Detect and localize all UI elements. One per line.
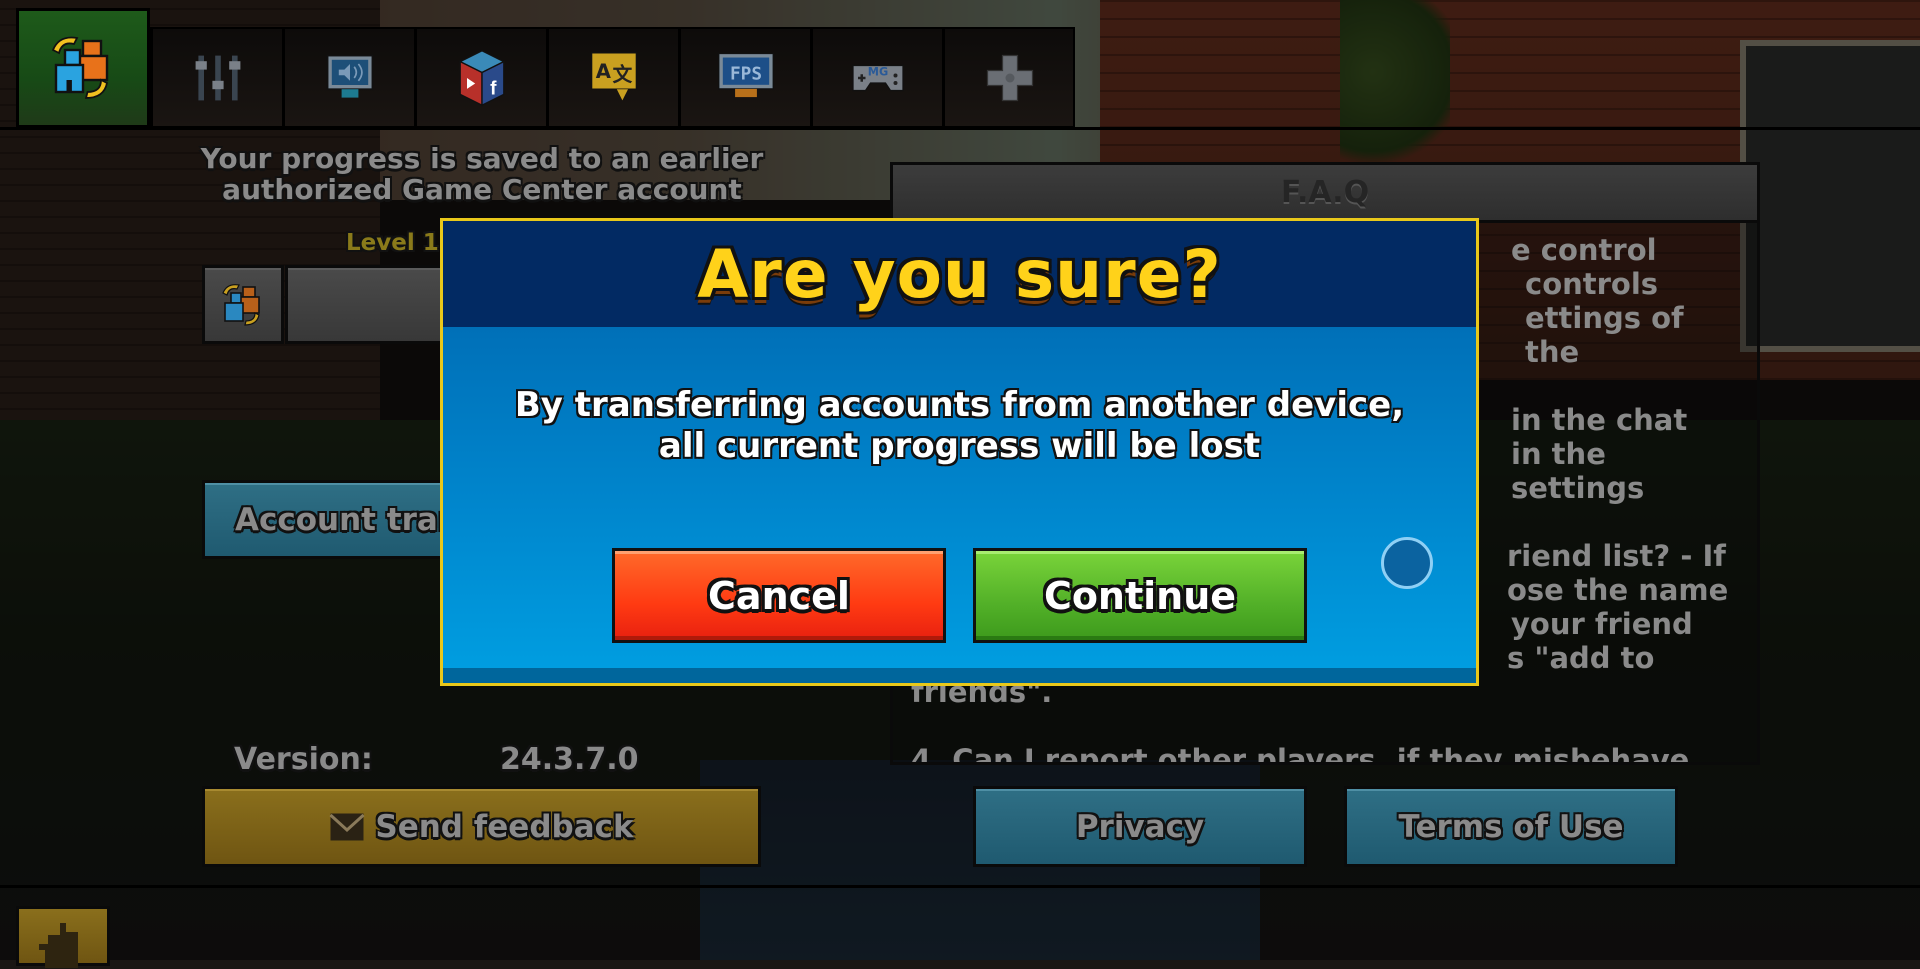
- privacy-button[interactable]: Privacy: [973, 786, 1307, 867]
- back-button[interactable]: [16, 906, 110, 968]
- saved-notice-line1: Your progress is saved to an earlier: [200, 142, 764, 175]
- terms-of-use-button[interactable]: Terms of Use: [1344, 786, 1678, 867]
- continue-label: Continue: [1043, 573, 1237, 618]
- send-feedback-label: Send feedback: [375, 808, 634, 845]
- dialog-message-line2: all current progress will be lost: [658, 426, 1261, 466]
- switch-account-button[interactable]: [202, 265, 284, 344]
- account-transfer-icon: [51, 36, 109, 99]
- bottom-divider: [0, 885, 1920, 888]
- version-value: 24.3.7.0: [500, 742, 639, 777]
- confirm-dialog: Are you sure? By transferring accounts f…: [440, 218, 1479, 686]
- back-arrow-icon: [39, 923, 78, 968]
- dialog-message: By transferring accounts from another de…: [443, 385, 1476, 467]
- level-label: Level 1: [346, 230, 439, 256]
- tab-fps[interactable]: FPS: [678, 27, 810, 128]
- saved-notice-line2: authorized Game Center account: [222, 173, 742, 206]
- tab-account[interactable]: [16, 8, 150, 128]
- tab-social[interactable]: f: [414, 27, 546, 128]
- account-transfer-icon: [222, 283, 260, 326]
- saved-progress-notice: Your progress is saved to an earlier aut…: [182, 143, 782, 205]
- cancel-button[interactable]: Cancel: [612, 548, 946, 643]
- svg-text:MG: MG: [867, 65, 887, 78]
- send-feedback-button[interactable]: Send feedback: [202, 786, 761, 867]
- tab-language[interactable]: A 文: [546, 27, 678, 128]
- tab-controls-sliders[interactable]: [150, 27, 282, 128]
- faq-title: F.A.Q: [1280, 175, 1370, 210]
- tab-sound[interactable]: [282, 27, 414, 128]
- terms-of-use-label: Terms of Use: [1398, 808, 1624, 845]
- speaker-monitor-icon: [326, 54, 373, 98]
- dialog-title: Are you sure?: [697, 235, 1222, 313]
- dialog-message-line1: By transferring accounts from another de…: [514, 385, 1405, 425]
- fps-monitor-icon: FPS: [717, 52, 774, 97]
- svg-text:f: f: [490, 78, 497, 99]
- continue-button[interactable]: Continue: [973, 548, 1307, 643]
- dialog-header: Are you sure?: [443, 221, 1476, 327]
- svg-text:文: 文: [612, 62, 632, 85]
- version-label: Version:: [234, 742, 373, 777]
- faq-question: 4. Can I report other players, if they m…: [911, 743, 1690, 765]
- touch-indicator: [1381, 537, 1433, 589]
- svg-text:A: A: [595, 60, 611, 83]
- privacy-label: Privacy: [1075, 808, 1205, 845]
- dpad-icon: [986, 54, 1033, 101]
- cancel-label: Cancel: [708, 573, 850, 618]
- sliders-icon: [195, 55, 240, 100]
- social-cube-icon: f: [458, 49, 505, 106]
- tab-dpad[interactable]: [942, 27, 1074, 128]
- translate-icon: A 文: [590, 51, 637, 100]
- envelope-icon: [329, 813, 365, 840]
- dialog-body: [443, 327, 1476, 668]
- gamepad-icon: MG: [851, 64, 904, 91]
- faq-header: F.A.Q: [893, 165, 1757, 223]
- dialog-bottom-edge: [443, 668, 1476, 683]
- svg-text:FPS: FPS: [729, 64, 761, 84]
- tab-gamepad[interactable]: MG: [810, 27, 942, 128]
